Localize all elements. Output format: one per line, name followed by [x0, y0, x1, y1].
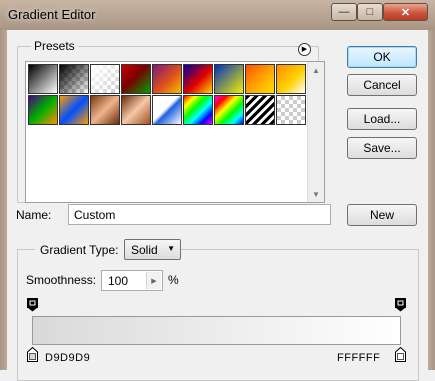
scroll-down-icon[interactable]: ▼: [308, 186, 324, 202]
preset-swatch-18[interactable]: [276, 95, 306, 125]
dialog-body: Presets ▶ ▲ ▼ OK Cancel Load... Save... …: [7, 30, 428, 381]
smoothness-unit: %: [168, 273, 179, 287]
play-icon: ▶: [301, 46, 308, 53]
preset-swatch-8[interactable]: [245, 64, 275, 94]
preset-swatch-12[interactable]: [90, 95, 120, 125]
start-color-label: D9D9D9: [45, 352, 91, 364]
preset-swatch-5[interactable]: [152, 64, 182, 94]
smoothness-value: 100: [108, 274, 129, 288]
window-frame-right: [428, 30, 435, 370]
end-color-label: FFFFFF: [337, 352, 381, 364]
minimize-button[interactable]: —: [331, 3, 357, 21]
preset-swatch-3[interactable]: [90, 64, 120, 94]
maximize-button[interactable]: □: [357, 3, 383, 21]
scroll-up-icon[interactable]: ▲: [308, 62, 324, 78]
opacity-stop-left[interactable]: [27, 298, 38, 312]
presets-swatch-panel: ▲ ▼: [25, 61, 325, 203]
smoothness-input[interactable]: 100 ▶: [101, 270, 163, 291]
title-bar: Gradient Editor — □ ✕: [0, 0, 435, 31]
minimize-icon: —: [338, 6, 350, 18]
preset-swatch-9[interactable]: [276, 64, 306, 94]
preset-swatch-2[interactable]: [59, 64, 89, 94]
preset-swatch-10[interactable]: [28, 95, 58, 125]
smoothness-label: Smoothness:: [26, 273, 97, 287]
preset-swatch-1[interactable]: [28, 64, 58, 94]
maximize-icon: □: [366, 6, 374, 18]
close-button[interactable]: ✕: [383, 3, 428, 21]
presets-menu-button[interactable]: ▶: [298, 43, 311, 56]
window-frame-left: [0, 30, 7, 370]
gradient-type-value: Solid: [131, 242, 158, 257]
gradient-preview-bar[interactable]: [32, 316, 401, 345]
preset-swatch-4[interactable]: [121, 64, 151, 94]
window-title: Gradient Editor: [8, 7, 96, 22]
preset-swatch-17[interactable]: [245, 95, 275, 125]
preset-swatch-14[interactable]: [152, 95, 182, 125]
preset-swatch-15[interactable]: [183, 95, 213, 125]
presets-scrollbar[interactable]: ▲ ▼: [307, 62, 324, 202]
gradient-type-select[interactable]: Solid ▼: [124, 239, 181, 260]
chevron-down-icon: ▼: [167, 244, 175, 253]
preset-swatch-16[interactable]: [214, 95, 244, 125]
preset-swatch-11[interactable]: [59, 95, 89, 125]
opacity-stop-right[interactable]: [395, 298, 406, 312]
name-label: Name:: [16, 208, 52, 222]
name-input[interactable]: [68, 204, 331, 225]
color-stop-left[interactable]: [27, 347, 38, 362]
preset-swatch-7[interactable]: [214, 64, 244, 94]
save-button[interactable]: Save...: [347, 137, 417, 159]
preset-swatch-13[interactable]: [121, 95, 151, 125]
presets-label: Presets: [31, 39, 78, 53]
color-stop-right[interactable]: [395, 347, 406, 362]
ok-button[interactable]: OK: [347, 46, 417, 68]
close-icon: ✕: [400, 6, 411, 19]
cancel-button[interactable]: Cancel: [347, 74, 417, 96]
smoothness-arrow-icon[interactable]: ▶: [146, 272, 161, 289]
load-button[interactable]: Load...: [347, 108, 417, 130]
new-button[interactable]: New: [347, 204, 417, 226]
swatch-grid: [28, 64, 309, 125]
preset-swatch-6[interactable]: [183, 64, 213, 94]
gradient-type-label: Gradient Type:: [35, 243, 124, 257]
